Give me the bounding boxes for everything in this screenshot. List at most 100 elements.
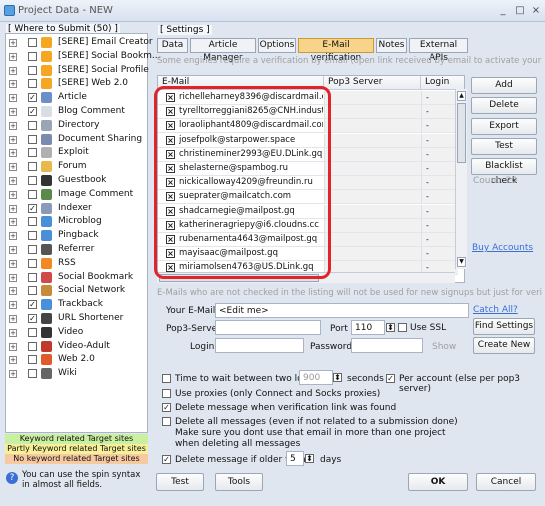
tree-item[interactable]: + Social Bookmark — [6, 271, 148, 285]
expand-icon[interactable]: + — [9, 66, 17, 75]
tab-external-apis[interactable]: External APIs — [409, 38, 468, 63]
tree-item[interactable]: + [SERE] Web 2.0 — [6, 77, 148, 91]
catch-all-link[interactable]: Catch All? — [473, 305, 518, 315]
port-input[interactable]: 110 — [351, 320, 385, 335]
tree-item[interactable]: + Microblog — [6, 215, 148, 229]
expand-icon[interactable]: + — [9, 232, 17, 241]
engine-checkbox[interactable]: ✓ — [28, 203, 37, 213]
tree-item[interactable]: + Exploit — [6, 146, 148, 160]
tree-item[interactable]: + Guestbook — [6, 174, 148, 188]
expand-icon[interactable]: + — [9, 204, 17, 213]
expand-icon[interactable]: + — [9, 177, 17, 185]
tools-button[interactable]: Tools — [215, 473, 263, 491]
delete-older-input[interactable]: 5 — [286, 451, 304, 466]
blacklist-check-button[interactable]: Blacklist check — [471, 158, 537, 186]
engine-checkbox[interactable]: ✓ — [28, 107, 37, 116]
tree-item[interactable]: + ✓ Blog Comment — [6, 105, 148, 119]
expand-icon[interactable]: + — [9, 39, 17, 47]
pop3-column-header[interactable]: Pop3 Server — [324, 76, 421, 90]
tree-item[interactable]: + Document Sharing — [6, 133, 148, 147]
maximize-button[interactable]: □ — [513, 4, 527, 17]
expand-icon[interactable]: + — [9, 315, 17, 323]
tree-item[interactable]: + Video — [6, 326, 148, 340]
close-button[interactable]: × — [529, 4, 543, 17]
your-email-input[interactable]: <Edit me> — [215, 303, 469, 318]
login-column-header[interactable]: Login — [421, 76, 464, 90]
login-input[interactable] — [215, 338, 304, 353]
time-wait-input[interactable]: 900 — [299, 370, 333, 385]
tree-item[interactable]: + Wiki — [6, 367, 148, 381]
tab-data[interactable]: Data — [157, 38, 188, 53]
expand-icon[interactable]: + — [9, 246, 17, 254]
test-button[interactable]: Test — [471, 137, 537, 155]
engine-checkbox[interactable] — [28, 134, 37, 144]
expand-icon[interactable]: + — [9, 370, 17, 379]
tree-item[interactable]: + [SERE] Email Creator — [6, 36, 153, 50]
expand-icon[interactable]: + — [9, 94, 17, 103]
expand-icon[interactable]: + — [9, 301, 17, 310]
engine-checkbox[interactable] — [28, 38, 37, 47]
tab-e-mail-verification[interactable]: E-Mail verification — [298, 38, 374, 63]
tree-item[interactable]: + Directory — [6, 119, 148, 133]
show-password-toggle[interactable]: Show — [432, 342, 456, 352]
find-settings-button[interactable]: Find Settings — [473, 318, 535, 335]
password-input[interactable] — [351, 338, 423, 353]
engine-checkbox[interactable] — [28, 51, 37, 61]
buy-accounts-link[interactable]: Buy Accounts — [472, 243, 533, 253]
time-wait-checkbox[interactable] — [162, 374, 171, 383]
port-spinner[interactable]: ⬍ — [386, 323, 395, 332]
expand-icon[interactable]: + — [9, 52, 17, 61]
create-new-button[interactable]: Create New — [473, 337, 535, 354]
expand-icon[interactable]: + — [9, 218, 17, 227]
tree-item[interactable]: + Pingback — [6, 229, 148, 243]
tree-item[interactable]: + ✓ Article — [6, 91, 148, 105]
tree-item[interactable]: + ✓ Trackback — [6, 298, 148, 312]
test-button[interactable]: Test — [156, 473, 204, 491]
expand-icon[interactable]: + — [9, 135, 17, 144]
engine-checkbox[interactable] — [28, 189, 37, 199]
tree-item[interactable]: + Video-Adult — [6, 340, 148, 354]
delete-older-checkbox[interactable]: ✓ — [162, 455, 171, 464]
expand-icon[interactable]: + — [9, 273, 17, 282]
use-proxies-checkbox[interactable] — [162, 389, 171, 398]
tree-item[interactable]: + ✓ Indexer — [6, 202, 148, 216]
tree-item[interactable]: + ✓ URL Shortener — [6, 312, 148, 326]
engine-checkbox[interactable] — [28, 176, 37, 185]
use-ssl-checkbox[interactable] — [398, 323, 407, 332]
engine-checkbox[interactable] — [28, 258, 37, 268]
expand-icon[interactable]: + — [9, 163, 17, 172]
add-button[interactable]: Add — [471, 77, 537, 94]
engine-checkbox[interactable] — [28, 65, 37, 75]
engine-checkbox[interactable] — [28, 231, 37, 241]
expand-icon[interactable]: + — [9, 80, 17, 89]
expand-icon[interactable]: + — [9, 356, 17, 365]
engine-checkbox[interactable] — [28, 272, 37, 282]
time-wait-spinner[interactable]: ⬍ — [333, 373, 342, 382]
engine-checkbox[interactable] — [28, 286, 37, 296]
engine-checkbox[interactable] — [28, 341, 37, 351]
tree-item[interactable]: + Social Network — [6, 284, 148, 298]
engine-checkbox[interactable] — [28, 217, 37, 227]
expand-icon[interactable]: + — [9, 328, 17, 337]
engine-checkbox[interactable] — [28, 120, 37, 130]
expand-icon[interactable]: + — [9, 342, 17, 351]
tree-item[interactable]: + Image Comment — [6, 188, 148, 202]
expand-icon[interactable]: + — [9, 287, 17, 296]
tab-notes[interactable]: Notes — [376, 38, 407, 53]
engine-checkbox[interactable]: ✓ — [28, 300, 37, 310]
minimize-button[interactable]: _ — [496, 4, 510, 17]
engine-checkbox[interactable] — [28, 162, 37, 172]
expand-icon[interactable]: + — [9, 149, 17, 158]
tree-item[interactable]: + Forum — [6, 160, 148, 174]
delete-verified-checkbox[interactable]: ✓ — [162, 403, 171, 412]
engine-checkbox[interactable] — [28, 245, 37, 254]
grid-vertical-scrollbar[interactable]: ▲ ▼ — [455, 89, 467, 269]
delete-older-spinner[interactable]: ⬍ — [305, 454, 314, 463]
expand-icon[interactable]: + — [9, 108, 17, 116]
tree-item[interactable]: + RSS — [6, 257, 148, 271]
tab-article-manager[interactable]: Article Manager — [190, 38, 256, 63]
engine-tree[interactable]: + [SERE] Email Creator + [SERE] Social Book… — [5, 33, 161, 433]
pop3-server-input[interactable] — [215, 320, 321, 335]
per-account-checkbox[interactable]: ✓ — [386, 374, 395, 383]
expand-icon[interactable]: + — [9, 190, 17, 199]
